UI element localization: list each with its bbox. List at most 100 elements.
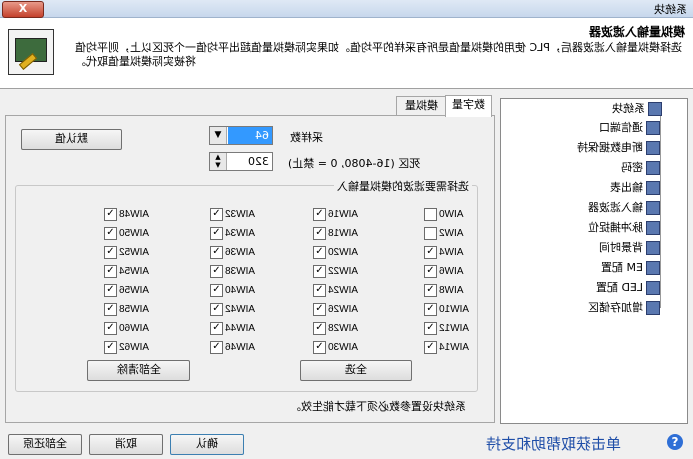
deadband-spinner[interactable]: ▲ ▼ 320 xyxy=(209,152,273,171)
checkbox-box[interactable]: ✓ xyxy=(424,303,437,316)
tree-node-icon xyxy=(646,121,660,135)
channel-checkbox[interactable]: ✓ AIW32 xyxy=(210,208,262,222)
channel-checkbox[interactable]: ✓ AIW20 xyxy=(313,246,365,260)
tree-item-label: 脉冲捕捉位 xyxy=(588,221,643,234)
chevron-down-icon[interactable]: ▼ xyxy=(210,127,227,144)
channel-checkbox[interactable]: ✓ AIW4 xyxy=(424,246,476,260)
close-button[interactable]: X xyxy=(2,1,44,18)
channel-label: AIW40 xyxy=(225,285,256,296)
tab-analog[interactable]: 模拟量 xyxy=(396,96,446,116)
restore-all-button[interactable]: 全部还原 xyxy=(8,434,82,455)
channel-checkbox[interactable]: ✓ AIW14 xyxy=(424,341,476,355)
tree-item[interactable]: 输出表 xyxy=(610,180,660,196)
channel-checkbox[interactable]: ✓ AIW24 xyxy=(313,284,365,298)
help-icon[interactable]: ? xyxy=(667,434,683,450)
channel-checkbox[interactable]: ✓ AIW22 xyxy=(313,265,365,279)
channel-checkbox[interactable]: ✓ AIW16 xyxy=(313,208,365,222)
tree-item-label: 输出表 xyxy=(610,181,643,194)
channel-label: AIW50 xyxy=(119,228,150,239)
checkbox-box[interactable]: ✓ xyxy=(210,227,223,240)
checkbox-box[interactable]: ✓ xyxy=(313,341,326,354)
tree-item[interactable]: 通信端口 xyxy=(599,120,660,136)
tree-item[interactable]: 输入滤波器 xyxy=(588,200,660,216)
channel-checkbox[interactable]: ✓ AIW30 xyxy=(313,341,365,355)
channel-checkbox[interactable]: ✓ AIW26 xyxy=(313,303,365,317)
channel-checkbox[interactable]: ✓ AIW36 xyxy=(210,246,262,260)
tree-root[interactable]: 系统块 xyxy=(612,101,662,117)
channel-checkbox[interactable]: ✓ AIW50 xyxy=(104,227,156,241)
ok-button[interactable]: 确认 xyxy=(170,434,244,455)
checkbox-box[interactable]: ✓ xyxy=(210,284,223,297)
channel-checkbox[interactable]: ✓ AIW28 xyxy=(313,322,365,336)
checkbox-box[interactable]: ✓ xyxy=(210,341,223,354)
clear-all-button[interactable]: 全部清除 xyxy=(87,360,190,381)
checkbox-box[interactable]: ✓ xyxy=(424,246,437,259)
channel-checkbox[interactable]: ✓ AIW40 xyxy=(210,284,262,298)
channel-checkbox[interactable]: ✓ AIW38 xyxy=(210,265,262,279)
tree-item[interactable]: 断电数据保持 xyxy=(577,140,660,156)
checkbox-box[interactable]: ✓ xyxy=(424,265,437,278)
checkbox-box[interactable]: ✓ xyxy=(104,284,117,297)
checkbox-box[interactable]: ✓ xyxy=(424,322,437,335)
channel-checkbox[interactable]: ✓ AIW52 xyxy=(104,246,156,260)
checkbox-box[interactable]: ✓ xyxy=(313,208,326,221)
checkbox-box[interactable]: ✓ xyxy=(313,322,326,335)
tree-item[interactable]: EM 配置 xyxy=(601,260,660,276)
tree-item[interactable]: 背景时间 xyxy=(599,240,660,256)
checkbox-box[interactable]: ✓ xyxy=(313,284,326,297)
checkbox-box[interactable]: ✓ xyxy=(424,341,437,354)
channel-checkbox[interactable]: AIW0 xyxy=(424,208,476,222)
samples-value: 64 xyxy=(228,127,272,144)
checkbox-box[interactable] xyxy=(424,227,437,240)
tab-digital[interactable]: 数字量 xyxy=(445,95,492,117)
channel-checkbox[interactable]: ✓ AIW56 xyxy=(104,284,156,298)
checkbox-box[interactable] xyxy=(424,208,437,221)
checkbox-box[interactable]: ✓ xyxy=(313,265,326,278)
checkbox-box[interactable]: ✓ xyxy=(424,284,437,297)
checkbox-box[interactable]: ✓ xyxy=(104,208,117,221)
channel-checkbox[interactable]: ✓ AIW46 xyxy=(210,341,262,355)
select-all-button[interactable]: 全选 xyxy=(300,360,412,381)
channel-checkbox[interactable]: ✓ AIW18 xyxy=(313,227,365,241)
channel-checkbox[interactable]: ✓ AIW34 xyxy=(210,227,262,241)
checkbox-box[interactable]: ✓ xyxy=(104,303,117,316)
tree-node-icon xyxy=(646,281,660,295)
tree-connector xyxy=(660,114,661,308)
samples-combobox[interactable]: ▼ 64 xyxy=(209,126,273,145)
channel-label: AIW34 xyxy=(225,228,256,239)
channel-label: AIW56 xyxy=(119,285,150,296)
cancel-button[interactable]: 取消 xyxy=(89,434,163,455)
channel-checkbox[interactable]: ✓ AIW6 xyxy=(424,265,476,279)
checkbox-box[interactable]: ✓ xyxy=(210,322,223,335)
checkbox-box[interactable]: ✓ xyxy=(104,341,117,354)
spin-arrows-icon[interactable]: ▲ ▼ xyxy=(210,153,227,170)
checkbox-box[interactable]: ✓ xyxy=(104,265,117,278)
tree-item[interactable]: LED 配置 xyxy=(596,280,660,296)
channel-checkbox[interactable]: ✓ AIW60 xyxy=(104,322,156,336)
checkbox-box[interactable]: ✓ xyxy=(104,227,117,240)
channel-checkbox[interactable]: ✓ AIW10 xyxy=(424,303,476,317)
channel-checkbox[interactable]: ✓ AIW48 xyxy=(104,208,156,222)
checkbox-box[interactable]: ✓ xyxy=(210,246,223,259)
checkbox-box[interactable]: ✓ xyxy=(313,303,326,316)
tree-item[interactable]: 增加存储区 xyxy=(588,300,660,316)
channel-checkbox[interactable]: ✓ AIW62 xyxy=(104,341,156,355)
checkbox-box[interactable]: ✓ xyxy=(210,265,223,278)
checkbox-box[interactable]: ✓ xyxy=(210,303,223,316)
tree-item[interactable]: 脉冲捕捉位 xyxy=(588,220,660,236)
channel-checkbox[interactable]: ✓ AIW12 xyxy=(424,322,476,336)
help-link[interactable]: 单击获取帮助和支持 xyxy=(486,433,621,454)
channel-checkbox[interactable]: ✓ AIW54 xyxy=(104,265,156,279)
checkbox-box[interactable]: ✓ xyxy=(104,322,117,335)
checkbox-box[interactable]: ✓ xyxy=(313,227,326,240)
channel-checkbox[interactable]: ✓ AIW8 xyxy=(424,284,476,298)
channel-checkbox[interactable]: ✓ AIW58 xyxy=(104,303,156,317)
checkbox-box[interactable]: ✓ xyxy=(104,246,117,259)
tree-item[interactable]: 密码 xyxy=(621,160,660,176)
channel-checkbox[interactable]: AIW2 xyxy=(424,227,476,241)
default-button[interactable]: 默认值 xyxy=(21,129,122,150)
checkbox-box[interactable]: ✓ xyxy=(313,246,326,259)
channel-checkbox[interactable]: ✓ AIW42 xyxy=(210,303,262,317)
checkbox-box[interactable]: ✓ xyxy=(210,208,223,221)
channel-checkbox[interactable]: ✓ AIW44 xyxy=(210,322,262,336)
